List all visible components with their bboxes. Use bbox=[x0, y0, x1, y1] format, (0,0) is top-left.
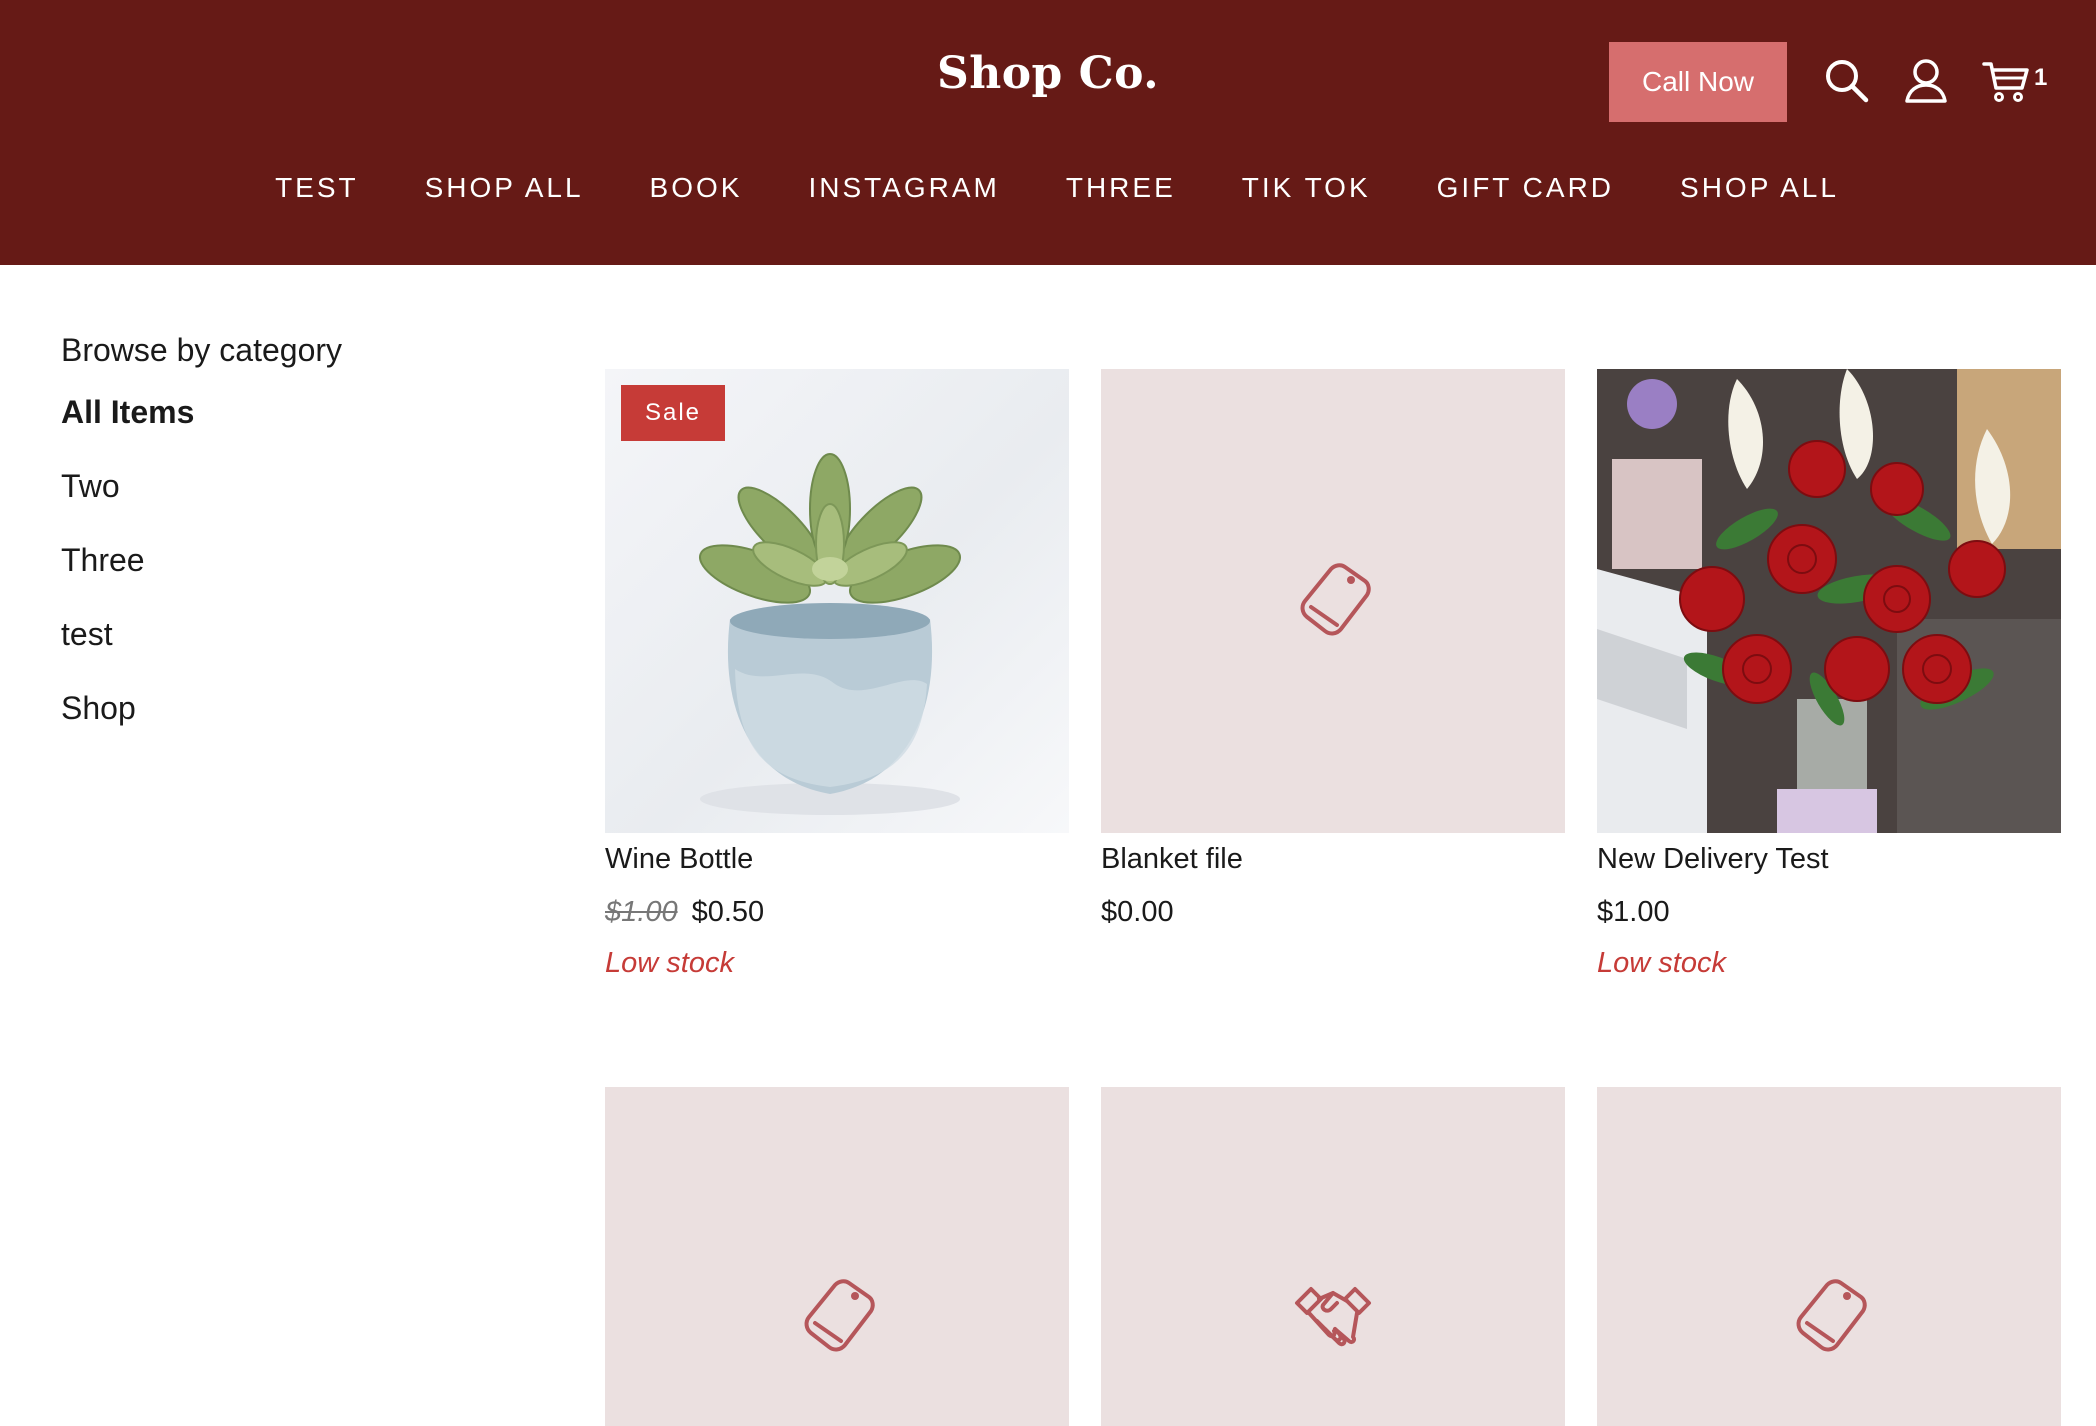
product-image-placeholder[interactable] bbox=[1597, 1087, 2061, 1426]
product-price: $0.00 bbox=[1101, 896, 1174, 928]
main-nav: TEST SHOP ALL BOOK INSTAGRAM THREE TIK T… bbox=[0, 172, 2096, 204]
product-name[interactable]: Wine Bottle bbox=[605, 843, 1069, 876]
cart-icon[interactable] bbox=[1982, 56, 2030, 104]
product-name[interactable]: Blanket file bbox=[1101, 843, 1565, 876]
product-name[interactable]: New Delivery Test bbox=[1597, 843, 2061, 876]
nav-item-tik-tok[interactable]: TIK TOK bbox=[1242, 172, 1371, 204]
call-now-button[interactable]: Call Now bbox=[1609, 42, 1787, 122]
product-card-wine-bottle[interactable]: Sale Wine Bottle $1.00 $0.50 Low stock bbox=[605, 369, 1069, 980]
product-image-placeholder[interactable] bbox=[1101, 369, 1565, 833]
handshake-icon bbox=[1289, 1273, 1377, 1361]
category-shop[interactable]: Shop bbox=[61, 690, 136, 727]
low-stock-label: Low stock bbox=[605, 947, 734, 979]
nav-item-gift-card[interactable]: GIFT CARD bbox=[1437, 172, 1614, 204]
product-image-roses[interactable] bbox=[1597, 369, 2061, 833]
product-card-5[interactable] bbox=[1101, 1087, 1565, 1426]
site-header: Shop Co. Call Now 1 TEST SHOP ALL BOOK I… bbox=[0, 0, 2096, 265]
sale-price: $0.50 bbox=[691, 896, 765, 928]
product-card-blanket-file[interactable]: Blanket file $0.00 bbox=[1101, 369, 1565, 929]
product-card-4[interactable] bbox=[605, 1087, 1069, 1426]
nav-item-book[interactable]: BOOK bbox=[650, 172, 743, 204]
product-price: $1.00 $0.50 bbox=[605, 896, 1069, 929]
product-card-6[interactable] bbox=[1597, 1087, 2061, 1426]
sidebar-heading: Browse by category bbox=[61, 332, 343, 368]
product-image-placeholder[interactable] bbox=[605, 1087, 1069, 1426]
nav-item-shop-all[interactable]: SHOP ALL bbox=[425, 172, 584, 204]
nav-item-test[interactable]: TEST bbox=[275, 172, 359, 204]
tag-icon bbox=[1289, 557, 1377, 645]
product-price: $1.00 bbox=[1597, 896, 1670, 928]
product-image-placeholder[interactable] bbox=[1101, 1087, 1565, 1426]
cart-count: 1 bbox=[2034, 64, 2048, 91]
nav-item-shop-all-2[interactable]: SHOP ALL bbox=[1680, 172, 1839, 204]
category-three[interactable]: Three bbox=[61, 542, 145, 579]
tag-icon bbox=[793, 1273, 881, 1361]
category-all-items[interactable]: All Items bbox=[61, 394, 194, 431]
category-two[interactable]: Two bbox=[61, 468, 120, 505]
category-test[interactable]: test bbox=[61, 616, 113, 653]
roses-illustration bbox=[1597, 369, 2061, 833]
product-card-new-delivery-test[interactable]: New Delivery Test $1.00 Low stock bbox=[1597, 369, 2061, 980]
sale-badge: Sale bbox=[621, 385, 725, 441]
tag-icon bbox=[1785, 1273, 1873, 1361]
nav-item-three[interactable]: THREE bbox=[1066, 172, 1176, 204]
account-icon[interactable] bbox=[1902, 56, 1950, 104]
category-sidebar: Browse by category All Items Two Three t… bbox=[61, 332, 343, 726]
search-icon[interactable] bbox=[1822, 56, 1870, 104]
product-image-succulent[interactable]: Sale bbox=[605, 369, 1069, 833]
original-price: $1.00 bbox=[605, 896, 678, 928]
low-stock-label: Low stock bbox=[1597, 947, 1726, 979]
nav-item-instagram[interactable]: INSTAGRAM bbox=[808, 172, 999, 204]
